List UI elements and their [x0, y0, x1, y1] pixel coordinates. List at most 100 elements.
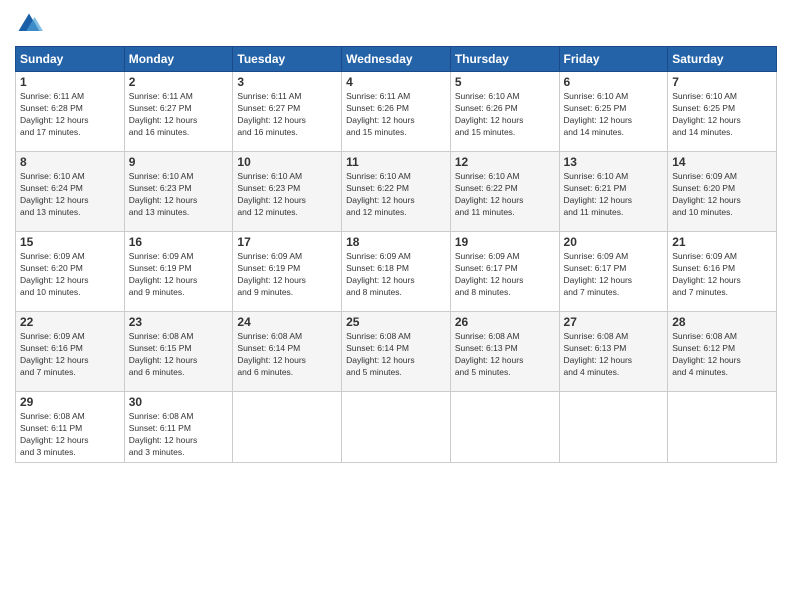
header: [15, 10, 777, 38]
week-row-5: 29 Sunrise: 6:08 AMSunset: 6:11 PMDayligh…: [16, 392, 777, 463]
day-info: Sunrise: 6:09 AMSunset: 6:20 PMDaylight:…: [672, 171, 772, 219]
day-cell-20: 20 Sunrise: 6:09 AMSunset: 6:17 PMDayligh…: [559, 232, 668, 312]
day-number: 8: [20, 155, 120, 169]
day-cell-23: 23 Sunrise: 6:08 AMSunset: 6:15 PMDayligh…: [124, 312, 233, 392]
day-number: 6: [564, 75, 664, 89]
day-info: Sunrise: 6:09 AMSunset: 6:20 PMDaylight:…: [20, 251, 120, 299]
day-cell-8: 8 Sunrise: 6:10 AMSunset: 6:24 PMDaylight…: [16, 152, 125, 232]
day-number: 1: [20, 75, 120, 89]
day-info: Sunrise: 6:09 AMSunset: 6:18 PMDaylight:…: [346, 251, 446, 299]
day-cell-24: 24 Sunrise: 6:08 AMSunset: 6:14 PMDayligh…: [233, 312, 342, 392]
day-number: 27: [564, 315, 664, 329]
day-cell-28: 28Sunrise: 6:08 AMSunset: 6:12 PMDayligh…: [668, 312, 777, 392]
day-cell-27: 27 Sunrise: 6:08 AMSunset: 6:13 PMDayligh…: [559, 312, 668, 392]
day-cell-14: 14 Sunrise: 6:09 AMSunset: 6:20 PMDayligh…: [668, 152, 777, 232]
day-info: Sunrise: 6:11 AMSunset: 6:27 PMDaylight:…: [129, 91, 229, 139]
day-info: Sunrise: 6:10 AMSunset: 6:21 PMDaylight:…: [564, 171, 664, 219]
day-number: 4: [346, 75, 446, 89]
week-row-2: 8 Sunrise: 6:10 AMSunset: 6:24 PMDaylight…: [16, 152, 777, 232]
day-info: Sunrise: 6:10 AMSunset: 6:22 PMDaylight:…: [346, 171, 446, 219]
day-cell-7: 7 Sunrise: 6:10 AMSunset: 6:25 PMDaylight…: [668, 72, 777, 152]
day-info: Sunrise: 6:10 AMSunset: 6:23 PMDaylight:…: [237, 171, 337, 219]
day-number: 19: [455, 235, 555, 249]
day-cell-5: 5 Sunrise: 6:10 AMSunset: 6:26 PMDaylight…: [450, 72, 559, 152]
day-info: Sunrise: 6:08 AMSunset: 6:15 PMDaylight:…: [129, 331, 229, 379]
day-info: Sunrise: 6:10 AMSunset: 6:24 PMDaylight:…: [20, 171, 120, 219]
day-number: 12: [455, 155, 555, 169]
day-info: Sunrise: 6:09 AMSunset: 6:17 PMDaylight:…: [564, 251, 664, 299]
week-row-1: 1 Sunrise: 6:11 AMSunset: 6:28 PMDaylight…: [16, 72, 777, 152]
day-number: 20: [564, 235, 664, 249]
day-info: Sunrise: 6:09 AMSunset: 6:16 PMDaylight:…: [20, 331, 120, 379]
day-number: 26: [455, 315, 555, 329]
day-number: 21: [672, 235, 772, 249]
day-number: 23: [129, 315, 229, 329]
day-number: 17: [237, 235, 337, 249]
day-cell-6: 6 Sunrise: 6:10 AMSunset: 6:25 PMDaylight…: [559, 72, 668, 152]
day-number: 24: [237, 315, 337, 329]
day-number: 22: [20, 315, 120, 329]
day-number: 18: [346, 235, 446, 249]
day-cell-2: 2 Sunrise: 6:11 AMSunset: 6:27 PMDaylight…: [124, 72, 233, 152]
day-number: 29: [20, 395, 120, 409]
header-row: SundayMondayTuesdayWednesdayThursdayFrid…: [16, 47, 777, 72]
day-cell-30: 30 Sunrise: 6:08 AMSunset: 6:11 PMDayligh…: [124, 392, 233, 463]
empty-cell: [233, 392, 342, 463]
empty-cell: [342, 392, 451, 463]
day-info: Sunrise: 6:08 AMSunset: 6:11 PMDaylight:…: [20, 411, 120, 459]
week-row-4: 22 Sunrise: 6:09 AMSunset: 6:16 PMDayligh…: [16, 312, 777, 392]
day-number: 2: [129, 75, 229, 89]
empty-cell: [450, 392, 559, 463]
day-info: Sunrise: 6:08 AMSunset: 6:11 PMDaylight:…: [129, 411, 229, 459]
day-number: 13: [564, 155, 664, 169]
day-number: 30: [129, 395, 229, 409]
day-info: Sunrise: 6:10 AMSunset: 6:25 PMDaylight:…: [672, 91, 772, 139]
day-info: Sunrise: 6:10 AMSunset: 6:26 PMDaylight:…: [455, 91, 555, 139]
day-number: 9: [129, 155, 229, 169]
day-cell-17: 17 Sunrise: 6:09 AMSunset: 6:19 PMDayligh…: [233, 232, 342, 312]
day-cell-29: 29 Sunrise: 6:08 AMSunset: 6:11 PMDayligh…: [16, 392, 125, 463]
day-number: 15: [20, 235, 120, 249]
day-number: 5: [455, 75, 555, 89]
day-number: 16: [129, 235, 229, 249]
day-cell-12: 12 Sunrise: 6:10 AMSunset: 6:22 PMDayligh…: [450, 152, 559, 232]
day-cell-21: 21Sunrise: 6:09 AMSunset: 6:16 PMDayligh…: [668, 232, 777, 312]
day-info: Sunrise: 6:08 AMSunset: 6:13 PMDaylight:…: [564, 331, 664, 379]
day-info: Sunrise: 6:10 AMSunset: 6:22 PMDaylight:…: [455, 171, 555, 219]
empty-cell: [559, 392, 668, 463]
logo: [15, 10, 47, 38]
day-cell-19: 19 Sunrise: 6:09 AMSunset: 6:17 PMDayligh…: [450, 232, 559, 312]
day-number: 14: [672, 155, 772, 169]
calendar: SundayMondayTuesdayWednesdayThursdayFrid…: [15, 46, 777, 463]
day-cell-4: 4 Sunrise: 6:11 AMSunset: 6:26 PMDaylight…: [342, 72, 451, 152]
day-cell-3: 3 Sunrise: 6:11 AMSunset: 6:27 PMDaylight…: [233, 72, 342, 152]
day-info: Sunrise: 6:10 AMSunset: 6:25 PMDaylight:…: [564, 91, 664, 139]
day-number: 7: [672, 75, 772, 89]
day-info: Sunrise: 6:08 AMSunset: 6:13 PMDaylight:…: [455, 331, 555, 379]
day-cell-9: 9Sunrise: 6:10 AMSunset: 6:23 PMDaylight…: [124, 152, 233, 232]
day-number: 3: [237, 75, 337, 89]
day-info: Sunrise: 6:11 AMSunset: 6:27 PMDaylight:…: [237, 91, 337, 139]
day-cell-11: 11 Sunrise: 6:10 AMSunset: 6:22 PMDayligh…: [342, 152, 451, 232]
page: SundayMondayTuesdayWednesdayThursdayFrid…: [0, 0, 792, 612]
day-cell-22: 22 Sunrise: 6:09 AMSunset: 6:16 PMDayligh…: [16, 312, 125, 392]
day-info: Sunrise: 6:09 AMSunset: 6:19 PMDaylight:…: [129, 251, 229, 299]
week-row-3: 15 Sunrise: 6:09 AMSunset: 6:20 PMDayligh…: [16, 232, 777, 312]
day-cell-15: 15 Sunrise: 6:09 AMSunset: 6:20 PMDayligh…: [16, 232, 125, 312]
day-cell-1: 1 Sunrise: 6:11 AMSunset: 6:28 PMDaylight…: [16, 72, 125, 152]
day-cell-26: 26 Sunrise: 6:08 AMSunset: 6:13 PMDayligh…: [450, 312, 559, 392]
day-info: Sunrise: 6:09 AMSunset: 6:19 PMDaylight:…: [237, 251, 337, 299]
day-number: 11: [346, 155, 446, 169]
col-header-wednesday: Wednesday: [342, 47, 451, 72]
day-info: Sunrise: 6:09 AMSunset: 6:17 PMDaylight:…: [455, 251, 555, 299]
col-header-monday: Monday: [124, 47, 233, 72]
empty-cell: [668, 392, 777, 463]
col-header-tuesday: Tuesday: [233, 47, 342, 72]
day-info: Sunrise: 6:11 AMSunset: 6:28 PMDaylight:…: [20, 91, 120, 139]
day-cell-16: 16 Sunrise: 6:09 AMSunset: 6:19 PMDayligh…: [124, 232, 233, 312]
day-cell-10: 10Sunrise: 6:10 AMSunset: 6:23 PMDayligh…: [233, 152, 342, 232]
day-info: Sunrise: 6:08 AMSunset: 6:14 PMDaylight:…: [237, 331, 337, 379]
day-number: 28: [672, 315, 772, 329]
day-info: Sunrise: 6:11 AMSunset: 6:26 PMDaylight:…: [346, 91, 446, 139]
day-cell-18: 18 Sunrise: 6:09 AMSunset: 6:18 PMDayligh…: [342, 232, 451, 312]
